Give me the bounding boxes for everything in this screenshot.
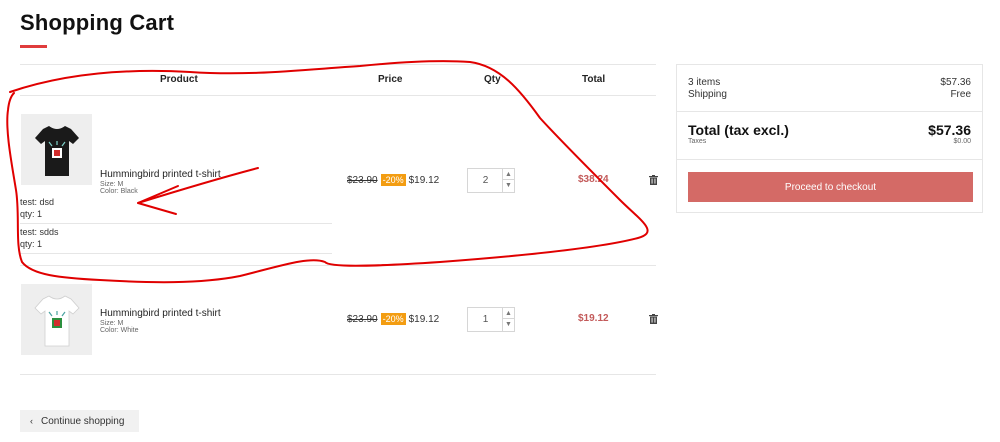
cart-summary: 3 items $57.36 Shipping Free Total (tax … <box>676 64 983 213</box>
quantity-stepper[interactable]: 2 ▲ ▼ <box>467 168 515 193</box>
price-group: $23.90 -20% $19.12 <box>347 313 439 325</box>
chevron-down-icon[interactable]: ▼ <box>503 319 514 330</box>
customization-qty: qty: 1 <box>20 209 43 219</box>
customization-separator <box>20 223 332 224</box>
title-underline <box>20 45 47 48</box>
summary-shipping-value: Free <box>950 89 971 100</box>
quantity-stepper[interactable]: 1 ▲ ▼ <box>467 307 515 332</box>
product-color: Color: White <box>100 327 139 334</box>
customization-label: test: dsd <box>20 197 55 207</box>
summary-taxes-label: Taxes <box>688 138 707 145</box>
trash-icon[interactable] <box>649 175 658 185</box>
summary-separator <box>677 111 982 112</box>
quantity-input[interactable]: 2 <box>468 169 503 192</box>
product-name[interactable]: Hummingbird printed t-shirt <box>100 308 221 319</box>
customization-block: test: sdds qty: 1 <box>20 226 332 250</box>
product-name[interactable]: Hummingbird printed t-shirt <box>100 169 221 180</box>
summary-shipping-line: Shipping Free <box>688 89 971 100</box>
header-total: Total <box>582 74 606 85</box>
cart-item-row: Hummingbird printed t-shirt Size: M Colo… <box>20 266 658 375</box>
product-size: Size: M <box>100 320 124 327</box>
discount-badge: -20% <box>380 313 406 325</box>
summary-shipping-label: Shipping <box>688 89 727 100</box>
continue-shopping-button[interactable]: ‹ Continue shopping <box>20 410 139 432</box>
summary-total-value: $57.36 <box>928 122 971 138</box>
discount-badge: -20% <box>380 174 406 186</box>
cart-table: Product Price Qty Total Hummingbird prin… <box>20 64 658 375</box>
quantity-buttons: ▲ ▼ <box>502 308 514 331</box>
product-thumbnail[interactable] <box>21 114 92 185</box>
summary-separator <box>677 159 982 160</box>
chevron-left-icon: ‹ <box>30 416 33 426</box>
trash-icon[interactable] <box>649 314 658 324</box>
new-price: $19.12 <box>408 174 440 186</box>
summary-taxes-value: $0.00 <box>953 138 971 145</box>
continue-shopping-label: Continue shopping <box>41 415 125 427</box>
tshirt-image <box>34 125 79 176</box>
old-price: $23.90 <box>347 313 378 325</box>
chevron-down-icon[interactable]: ▼ <box>503 180 514 191</box>
line-total: $19.12 <box>578 313 609 324</box>
summary-items-label: 3 items <box>688 77 721 88</box>
product-thumbnail[interactable] <box>21 284 92 355</box>
chevron-up-icon[interactable]: ▲ <box>503 308 514 319</box>
cart-table-header: Product Price Qty Total <box>20 64 656 96</box>
old-price: $23.90 <box>347 174 378 186</box>
chevron-up-icon[interactable]: ▲ <box>503 169 514 180</box>
customization-separator <box>20 253 332 254</box>
customization-block: test: dsd qty: 1 <box>20 196 332 220</box>
header-qty: Qty <box>484 74 501 85</box>
tshirt-image <box>33 295 80 346</box>
customization-label: test: sdds <box>20 227 59 237</box>
customization-qty: qty: 1 <box>20 239 43 249</box>
summary-items-value: $57.36 <box>940 77 971 88</box>
cart-item-row: Hummingbird printed t-shirt Size: M Colo… <box>20 96 658 266</box>
line-total: $38.24 <box>578 174 609 185</box>
quantity-buttons: ▲ ▼ <box>502 169 514 192</box>
summary-items-line: 3 items $57.36 <box>688 77 971 88</box>
price-group: $23.90 -20% $19.12 <box>347 174 439 186</box>
quantity-input[interactable]: 1 <box>468 308 503 331</box>
summary-total-label: Total (tax excl.) <box>688 122 789 138</box>
product-size: Size: M <box>100 181 124 188</box>
proceed-to-checkout-button[interactable]: Proceed to checkout <box>688 172 973 202</box>
header-product: Product <box>160 74 198 85</box>
page-title: Shopping Cart <box>20 10 175 35</box>
new-price: $19.12 <box>408 313 440 325</box>
product-color: Color: Black <box>100 188 138 195</box>
header-price: Price <box>378 74 403 85</box>
